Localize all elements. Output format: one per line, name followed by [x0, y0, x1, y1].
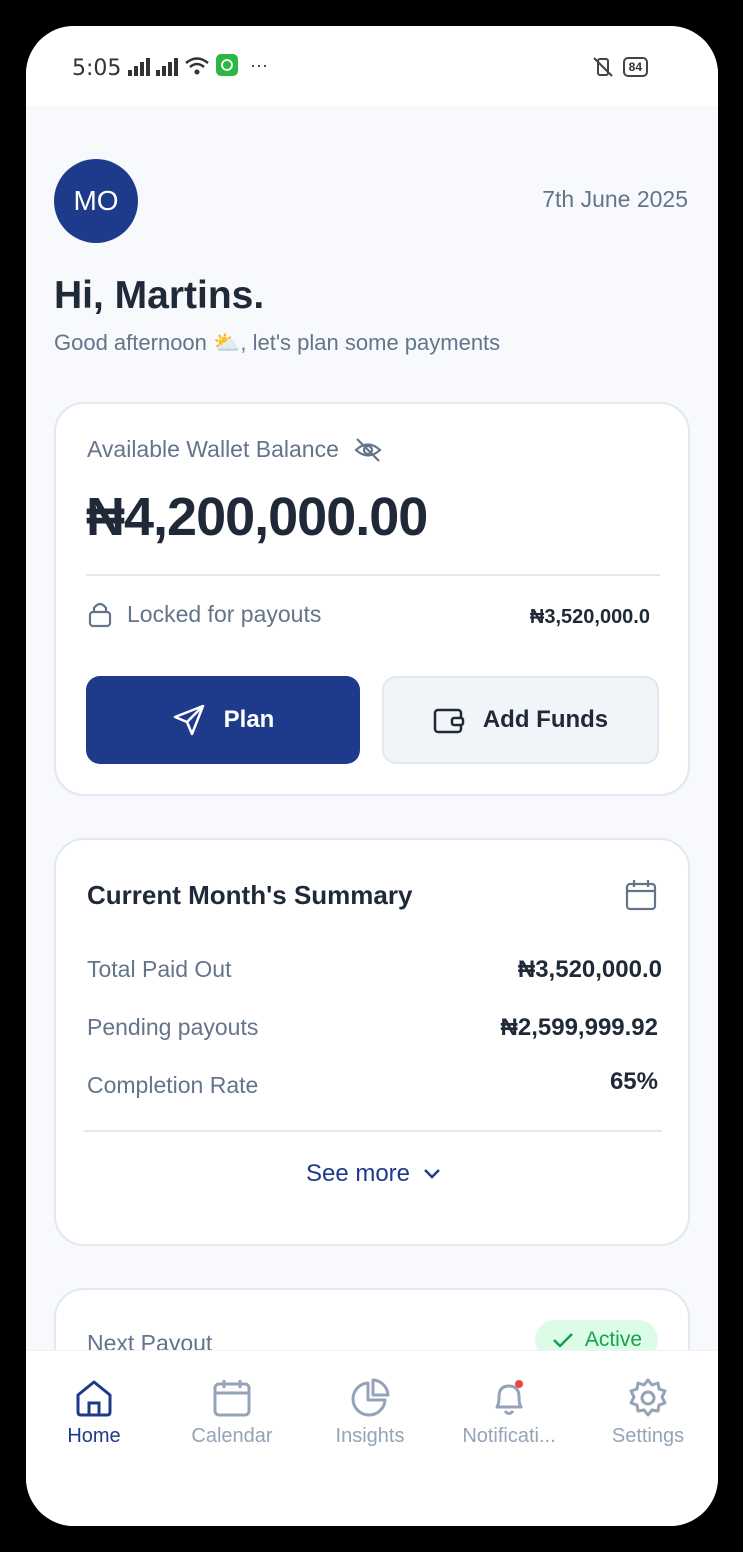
status-time: 5:05: [72, 56, 122, 81]
see-more-button[interactable]: See more: [56, 1160, 692, 1188]
summary-row-value: ₦2,599,999.92: [500, 1014, 658, 1041]
wallet-card: Available Wallet Balance ₦4,200,000.00 L…: [54, 402, 690, 796]
pie-chart-icon: [351, 1378, 390, 1417]
status-badge-label: Active: [584, 1328, 642, 1351]
send-icon: [173, 704, 204, 736]
greeting-title: Hi, Martins.: [54, 274, 265, 317]
gear-icon: [629, 1378, 667, 1417]
wallet-label-row: Available Wallet Balance: [87, 436, 383, 463]
avatar[interactable]: MO: [54, 159, 138, 243]
nav-notifications[interactable]: Notificati...: [444, 1377, 574, 1448]
calendar-icon: [213, 1380, 251, 1417]
locked-label: Locked for payouts: [127, 600, 322, 627]
check-icon: [552, 1333, 573, 1348]
summary-row-value: ₦3,520,000.0: [517, 956, 662, 983]
wallet-icon: [433, 708, 465, 734]
battery-icon: 84: [622, 57, 648, 77]
status-bar: 5:05 ··· 84: [26, 26, 718, 106]
screen: 5:05 ··· 84 MO 7th June 2025 Hi, Martins…: [26, 26, 718, 1526]
add-funds-label: Add Funds: [482, 706, 609, 733]
bottom-nav: Home Calendar Insights Notificati... Set…: [26, 1350, 718, 1526]
summary-row-label: Completion Rate: [87, 1072, 259, 1098]
divider: [86, 574, 660, 576]
nav-home[interactable]: Home: [29, 1377, 159, 1448]
header-date: 7th June 2025: [542, 186, 688, 212]
bell-icon: [495, 1380, 523, 1415]
nav-label: Notificati...: [462, 1425, 556, 1447]
nav-label: Home: [67, 1425, 121, 1447]
phone-frame: 5:05 ··· 84 MO 7th June 2025 Hi, Martins…: [0, 0, 743, 1552]
summary-title: Current Month's Summary: [87, 880, 413, 910]
vibrate-off-icon: [592, 57, 613, 77]
nav-label: Insights: [335, 1425, 405, 1447]
eye-off-icon[interactable]: [353, 437, 383, 463]
wallet-label: Available Wallet Balance: [87, 436, 339, 462]
calendar-icon[interactable]: [624, 878, 658, 912]
more-notifications-icon: ···: [250, 55, 268, 75]
status-icons-left: ···: [128, 54, 268, 76]
summary-row-label: Pending payouts: [87, 1014, 259, 1040]
plan-button[interactable]: Plan: [86, 676, 360, 764]
chevron-down-icon: [424, 1169, 440, 1179]
nav-label: Settings: [611, 1425, 685, 1447]
lock-icon: [88, 602, 112, 628]
greeting-subtitle: Good afternoon ⛅, let's plan some paymen…: [54, 330, 501, 355]
wallet-balance: ₦4,200,000.00: [86, 487, 428, 547]
divider: [84, 1130, 662, 1132]
whatsapp-icon: [216, 54, 238, 76]
nav-insights[interactable]: Insights: [305, 1377, 435, 1448]
summary-card: Current Month's Summary Total Paid Out ₦…: [54, 838, 690, 1246]
locked-value: ₦3,520,000.0: [529, 606, 650, 628]
plan-label: Plan: [223, 706, 275, 733]
nav-settings[interactable]: Settings: [583, 1377, 713, 1448]
home-icon: [76, 1380, 112, 1417]
wifi-icon: [185, 57, 209, 75]
locked-row: Locked for payouts: [87, 600, 321, 628]
add-funds-button[interactable]: Add Funds: [382, 676, 659, 764]
nav-label: Calendar: [191, 1425, 273, 1447]
status-icons-right: 84: [591, 56, 648, 78]
summary-row-value: 65%: [609, 1068, 658, 1095]
summary-row-label: Total Paid Out: [87, 956, 232, 982]
nav-calendar[interactable]: Calendar: [167, 1377, 297, 1448]
see-more-label: See more: [305, 1160, 411, 1187]
signal-icon: [128, 56, 150, 76]
signal-icon-2: [156, 56, 178, 76]
